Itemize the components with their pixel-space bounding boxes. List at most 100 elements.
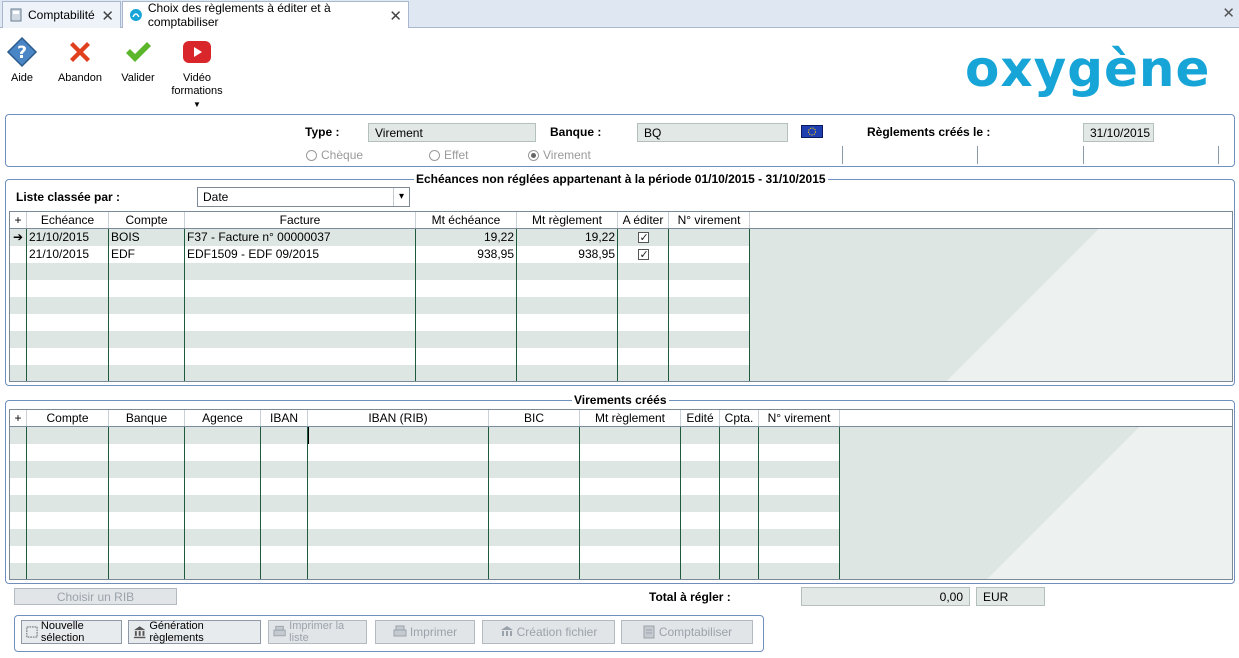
validate-button[interactable]: Valider	[118, 36, 158, 84]
oxygene-icon	[129, 9, 142, 21]
add-column-icon[interactable]: +	[10, 410, 27, 426]
chevron-down-icon[interactable]: ▼	[193, 100, 201, 109]
radio-button-icon	[429, 149, 440, 161]
imprimer-liste-button[interactable]: Imprimer la liste	[268, 620, 367, 644]
table-row	[10, 314, 750, 331]
imprimer-button[interactable]: Imprimer	[375, 620, 475, 644]
col-compte[interactable]: Compte	[27, 410, 109, 426]
radio-button-icon	[306, 149, 317, 161]
col-mt-echeance[interactable]: Mt échéance	[416, 212, 517, 228]
currency-field: EUR	[976, 587, 1045, 606]
cancel-x-icon	[70, 42, 90, 62]
close-icon[interactable]: ✕	[1222, 4, 1235, 22]
grid-header: + Compte Banque Agence IBAN IBAN (RIB) B…	[10, 410, 1232, 427]
generation-reglements-button[interactable]: Génération règlements	[128, 620, 261, 644]
help-icon: ?	[6, 36, 38, 68]
selection-icon	[26, 626, 38, 638]
banque-label: Banque :	[550, 125, 602, 139]
col-iban-rib[interactable]: IBAN (RIB)	[308, 410, 489, 426]
separator	[1218, 146, 1219, 164]
reglements-date-field: 31/10/2015	[1083, 123, 1154, 142]
total-field: 0,00	[801, 587, 970, 606]
table-row	[10, 546, 840, 563]
col-facture[interactable]: Facture	[185, 212, 416, 228]
tab-label: Choix des règlements à éditer et à compt…	[147, 1, 331, 29]
col-num-virement[interactable]: N° virement	[759, 410, 840, 426]
table-row	[10, 280, 750, 297]
table-row[interactable]: 21/10/2015 EDF EDF1509 - EDF 09/2015 938…	[10, 246, 750, 263]
help-button[interactable]: ? Aide	[4, 36, 40, 84]
grid-empty-area	[750, 229, 1232, 381]
bank-icon	[133, 626, 146, 639]
euro-flag-icon	[801, 125, 823, 138]
reglements-label: Règlements créés le :	[867, 125, 991, 139]
table-row	[10, 444, 840, 461]
table-row	[10, 478, 840, 495]
close-icon[interactable]: ✕	[101, 7, 114, 25]
table-row	[10, 529, 840, 546]
radio-button-selected-icon	[528, 149, 539, 161]
type-field: Virement	[368, 123, 536, 142]
tab-comptabilite[interactable]: Comptabilité ✕	[2, 1, 121, 28]
header-panel	[5, 114, 1235, 167]
tab-label: Comptabilité	[28, 8, 95, 22]
comptabiliser-button[interactable]: Comptabiliser	[621, 620, 753, 644]
grid-header: + Echéance Compte Facture Mt échéance Mt…	[10, 212, 1232, 229]
sort-label: Liste classée par :	[16, 190, 121, 204]
printer-icon	[393, 625, 407, 637]
col-mt-reglement[interactable]: Mt règlement	[517, 212, 618, 228]
radio-virement[interactable]: Virement	[528, 148, 591, 162]
virements-title: Virements créés	[572, 393, 669, 407]
echeances-grid: + Echéance Compte Facture Mt échéance Mt…	[9, 211, 1233, 382]
col-echeance[interactable]: Echéance	[27, 212, 109, 228]
tab-choix-reglements[interactable]: Choix des règlements à éditer et à compt…	[122, 1, 409, 29]
ledger-icon	[643, 625, 655, 639]
table-row	[10, 348, 750, 365]
col-num-virement[interactable]: N° virement	[669, 212, 750, 228]
abandon-button[interactable]: Abandon	[56, 36, 104, 84]
video-formations-button[interactable]: Vidéo formations ▼	[170, 36, 224, 110]
table-row	[10, 495, 840, 512]
col-compte[interactable]: Compte	[109, 212, 185, 228]
grid-body: ➔ 21/10/2015 BOIS F37 - Facture n° 00000…	[10, 229, 750, 381]
col-mt-reglement[interactable]: Mt règlement	[580, 410, 681, 426]
table-row	[10, 563, 840, 579]
banque-field[interactable]: BQ	[637, 123, 788, 142]
col-banque[interactable]: Banque	[109, 410, 185, 426]
total-label: Total à régler :	[649, 590, 731, 604]
separator	[977, 146, 978, 164]
printer-icon	[273, 625, 286, 637]
bank-icon	[500, 626, 513, 636]
radio-cheque[interactable]: Chèque	[306, 148, 363, 162]
oxygene-logo: oxygène	[965, 40, 1211, 98]
col-edite[interactable]: Edité	[681, 410, 720, 426]
col-bic[interactable]: BIC	[489, 410, 580, 426]
row-selector-arrow-icon: ➔	[10, 229, 27, 246]
type-label: Type :	[305, 125, 340, 139]
play-video-icon	[183, 41, 211, 63]
col-agence[interactable]: Agence	[185, 410, 261, 426]
table-row	[10, 263, 750, 280]
table-row	[10, 297, 750, 314]
nouvelle-selection-button[interactable]: Nouvelle sélection	[21, 620, 122, 644]
radio-effet[interactable]: Effet	[429, 148, 468, 162]
table-row	[10, 427, 840, 444]
col-a-editer[interactable]: A éditer	[618, 212, 669, 228]
chevron-down-icon[interactable]: ▾	[393, 188, 409, 206]
close-icon[interactable]: ✕	[389, 7, 402, 25]
sort-select[interactable]: Date ▾	[197, 187, 410, 207]
add-column-icon[interactable]: +	[10, 212, 27, 228]
table-row	[10, 331, 750, 348]
choisir-rib-button[interactable]: Choisir un RIB	[14, 588, 177, 605]
a-editer-checkbox[interactable]	[637, 230, 649, 246]
svg-text:?: ?	[17, 43, 27, 63]
table-row	[10, 512, 840, 529]
col-cpta[interactable]: Cpta.	[720, 410, 759, 426]
checkmark-icon	[126, 42, 151, 62]
a-editer-checkbox[interactable]	[637, 247, 649, 263]
virements-grid: + Compte Banque Agence IBAN IBAN (RIB) B…	[9, 409, 1233, 580]
col-iban[interactable]: IBAN	[261, 410, 308, 426]
grid-body	[10, 427, 840, 579]
table-row[interactable]: ➔ 21/10/2015 BOIS F37 - Facture n° 00000…	[10, 229, 750, 246]
creation-fichier-button[interactable]: Création fichier	[482, 620, 615, 644]
